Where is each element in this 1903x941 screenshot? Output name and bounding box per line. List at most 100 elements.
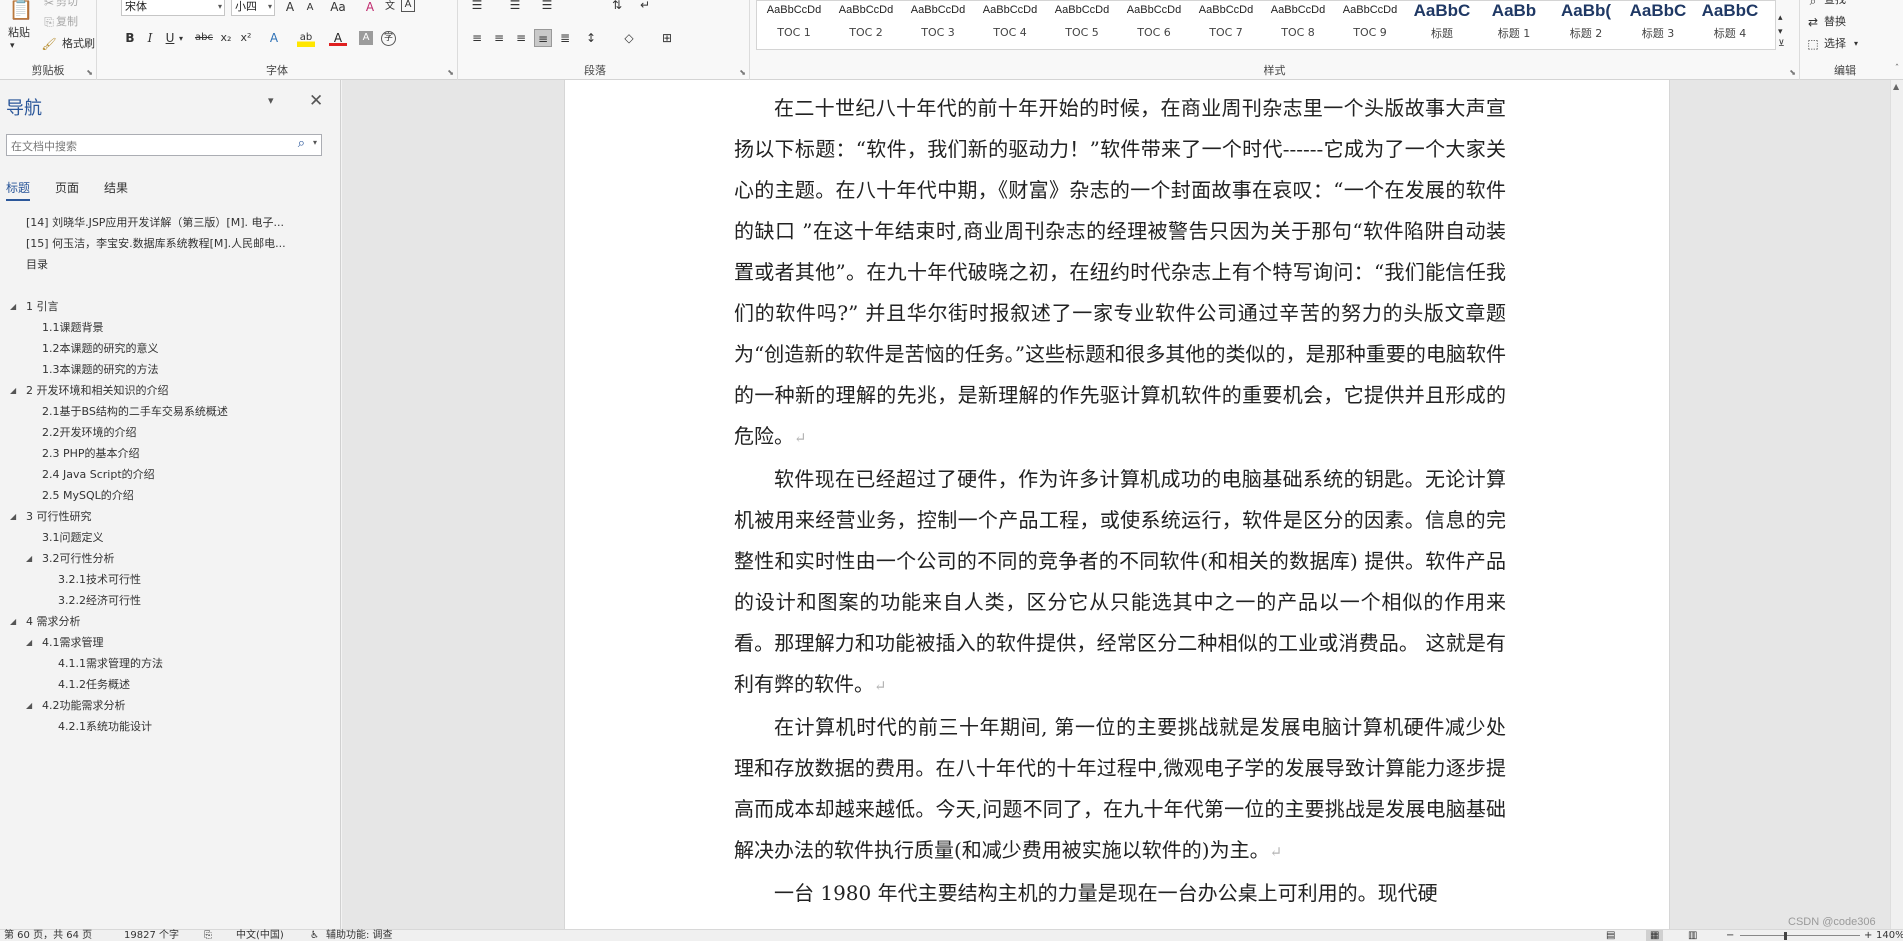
search-dropdown-icon[interactable]: ▾ xyxy=(313,138,317,147)
highlight-icon[interactable]: ab xyxy=(297,29,315,47)
text-effect-icon[interactable]: A xyxy=(265,29,283,47)
font-color-icon[interactable]: A xyxy=(329,29,347,46)
enclose-char-icon[interactable]: 字 xyxy=(381,31,396,46)
nav-tab-pages[interactable]: 页面 xyxy=(55,179,79,196)
paragraph-3[interactable]: 在计算机时代的前三十年期间, 第一位的主要挑战就是发展电脑计算机硬件减少处理和存… xyxy=(734,707,1506,873)
font-name-dropdown-icon[interactable]: ▾ xyxy=(218,0,222,15)
nav-heading-item[interactable]: 4.2.1系统功能设计 xyxy=(0,716,340,737)
nav-heading-item[interactable]: 4.1.1需求管理的方法 xyxy=(0,653,340,674)
nav-heading-item[interactable]: ◢ 4 需求分析 xyxy=(0,611,340,632)
style-item[interactable]: AaBbC 标题 4 xyxy=(1695,1,1765,49)
paragraph-2[interactable]: 软件现在已经超过了硬件，作为许多计算机成功的电脑基础系统的钥匙。无论计算机被用来… xyxy=(734,459,1506,707)
nav-heading-item[interactable]: 1.2本课题的研究的意义 xyxy=(0,338,340,359)
subscript-icon[interactable]: x₂ xyxy=(217,29,235,47)
style-item[interactable]: AaBbC 标题 3 xyxy=(1623,1,1693,49)
status-page-count[interactable]: 第 60 页，共 64 页 xyxy=(4,930,92,941)
align-right-icon[interactable]: ≡ xyxy=(512,29,530,47)
font-size-combo[interactable]: 小四 ▾ xyxy=(231,0,275,16)
zoom-level[interactable]: 140% xyxy=(1876,930,1903,941)
zoom-in-icon[interactable]: + xyxy=(1864,930,1872,941)
nav-heading-item[interactable]: 1.3本课题的研究的方法 xyxy=(0,359,340,380)
search-icon[interactable]: ⌕ xyxy=(298,136,305,151)
shrink-font-icon[interactable]: A xyxy=(301,0,319,17)
style-item[interactable]: AaBb(标题 2 xyxy=(1551,1,1621,49)
nav-heading-item[interactable]: ◢ 1 引言 xyxy=(0,296,340,317)
proofing-icon[interactable]: ⎘ xyxy=(204,930,212,941)
nav-heading-item[interactable]: 3.1问题定义 xyxy=(0,527,340,548)
collapse-ribbon-icon[interactable]: ˆ xyxy=(1888,60,1903,78)
borders-icon[interactable]: ⊞ xyxy=(658,29,676,47)
nav-heading-item[interactable]: 2.3 PHP的基本介绍 xyxy=(0,443,340,464)
show-marks-icon[interactable]: ↵ xyxy=(636,0,654,14)
select-icon[interactable]: ⬚ xyxy=(1804,35,1822,53)
underline-icon[interactable]: U xyxy=(161,29,179,47)
nav-heading-item[interactable]: 4.1.2任务概述 xyxy=(0,674,340,695)
nav-heading-item[interactable]: 2.4 Java Script的介绍 xyxy=(0,464,340,485)
style-item[interactable]: AaBbCcDd TOC 7 xyxy=(1191,1,1261,49)
zoom-slider-thumb[interactable] xyxy=(1784,932,1787,940)
style-item[interactable]: AaBbCcDd TOC 6 xyxy=(1119,1,1189,49)
document-area[interactable]: 在二十世纪八十年代的前十年开始的时候，在商业周刊杂志里一个头版故事大声宣扬以下标… xyxy=(342,80,1890,929)
nav-tab-headings[interactable]: 标题 xyxy=(6,179,31,201)
select-dropdown-icon[interactable]: ▾ xyxy=(1854,36,1858,52)
nav-heading-item[interactable]: 3.2.1技术可行性 xyxy=(0,569,340,590)
char-shading-icon[interactable]: A xyxy=(359,31,373,45)
zoom-out-icon[interactable]: − xyxy=(1726,930,1734,941)
change-case-icon[interactable]: Aa xyxy=(325,0,351,16)
style-item[interactable]: AaBbCcDd TOC 3 xyxy=(903,1,973,49)
collapse-arrow-icon[interactable]: ◢ xyxy=(26,548,32,569)
web-layout-icon[interactable]: ▥ xyxy=(1688,930,1697,941)
collapse-arrow-icon[interactable]: ◢ xyxy=(10,380,16,401)
replace-button[interactable]: 替换 xyxy=(1824,14,1846,30)
zoom-slider[interactable] xyxy=(1740,935,1860,936)
style-item[interactable]: AaBbCcDd TOC 4 xyxy=(975,1,1045,49)
scroll-up-icon[interactable]: ▲ xyxy=(1893,82,1899,91)
document-body[interactable]: 在二十世纪八十年代的前十年开始的时候，在商业周刊杂志里一个头版故事大声宣扬以下标… xyxy=(734,88,1506,914)
cut-button[interactable]: 剪切 xyxy=(56,0,78,10)
distributed-icon[interactable]: ≣ xyxy=(556,29,574,47)
style-item[interactable]: AaBbCcDd TOC 9 xyxy=(1335,1,1405,49)
clipboard-launcher-icon[interactable]: ⬊ xyxy=(86,68,93,77)
read-mode-icon[interactable]: ▤ xyxy=(1606,930,1615,941)
strikethrough-icon[interactable]: abc xyxy=(193,29,215,47)
font-size-dropdown-icon[interactable]: ▾ xyxy=(268,0,272,15)
nav-heading-item[interactable]: [14] 刘晓华.JSP应用开发详解（第三版）[M]. 电子... xyxy=(0,212,340,233)
bullets-icon[interactable]: ☰ xyxy=(468,0,486,14)
align-left-icon[interactable]: ≡ xyxy=(468,29,486,47)
nav-close-icon[interactable]: ✕ xyxy=(309,91,323,111)
nav-heading-item[interactable]: ◢ 2 开发环境和相关知识的介绍 xyxy=(0,380,340,401)
grow-font-icon[interactable]: A xyxy=(281,0,299,16)
find-icon[interactable]: ⌕ xyxy=(1804,0,1822,10)
nav-heading-item[interactable]: ◢ 4.1需求管理 xyxy=(0,632,340,653)
format-painter-button[interactable]: 格式刷 xyxy=(62,36,95,52)
nav-heading-item[interactable]: 2.5 MySQL的介绍 xyxy=(0,485,340,506)
status-word-count[interactable]: 19827 个字 xyxy=(124,930,179,941)
print-layout-icon[interactable]: ▦ xyxy=(1646,930,1664,941)
nav-search-input[interactable] xyxy=(7,136,277,157)
char-border-icon[interactable]: A xyxy=(401,0,415,12)
nav-heading-item[interactable]: ◢ 3 可行性研究 xyxy=(0,506,340,527)
shading-icon[interactable]: ◇ xyxy=(620,29,638,47)
nav-heading-item[interactable]: 1.1课题背景 xyxy=(0,317,340,338)
paste-dropdown-icon[interactable]: ▾ xyxy=(10,38,15,54)
styles-more-icon[interactable]: ⊻ xyxy=(1778,36,1785,52)
nav-heading-item[interactable]: [15] 何玉洁，李宝安.数据库系统教程[M].人民邮电... xyxy=(0,233,340,254)
sort-icon[interactable]: ⇅ xyxy=(608,0,626,14)
justify-icon[interactable]: ≡ xyxy=(534,29,552,47)
font-launcher-icon[interactable]: ⬊ xyxy=(447,68,454,77)
style-item[interactable]: AaBb 标题 1 xyxy=(1479,1,1549,49)
status-language[interactable]: 中文(中国) xyxy=(236,930,284,941)
paragraph-4[interactable]: 一台 1980 年代主要结构主机的力量是现在一台办公桌上可利用的。现代硬 xyxy=(734,873,1506,914)
align-center-icon[interactable]: ≡ xyxy=(490,29,508,47)
style-item[interactable]: AaBbCcDd TOC 8 xyxy=(1263,1,1333,49)
italic-icon[interactable]: I xyxy=(141,29,159,47)
style-item[interactable]: AaBbCcDd TOC 5 xyxy=(1047,1,1117,49)
styles-launcher-icon[interactable]: ⬊ xyxy=(1789,68,1796,77)
nav-heading-item[interactable]: ◢ 3.2可行性分析 xyxy=(0,548,340,569)
nav-options-dropdown-icon[interactable]: ▾ xyxy=(268,94,274,107)
collapse-arrow-icon[interactable]: ◢ xyxy=(10,506,16,527)
collapse-arrow-icon[interactable]: ◢ xyxy=(26,632,32,653)
paragraph-1[interactable]: 在二十世纪八十年代的前十年开始的时候，在商业周刊杂志里一个头版故事大声宣扬以下标… xyxy=(734,88,1506,459)
nav-heading-item[interactable]: 2.2开发环境的介绍 xyxy=(0,422,340,443)
superscript-icon[interactable]: x² xyxy=(237,29,255,47)
